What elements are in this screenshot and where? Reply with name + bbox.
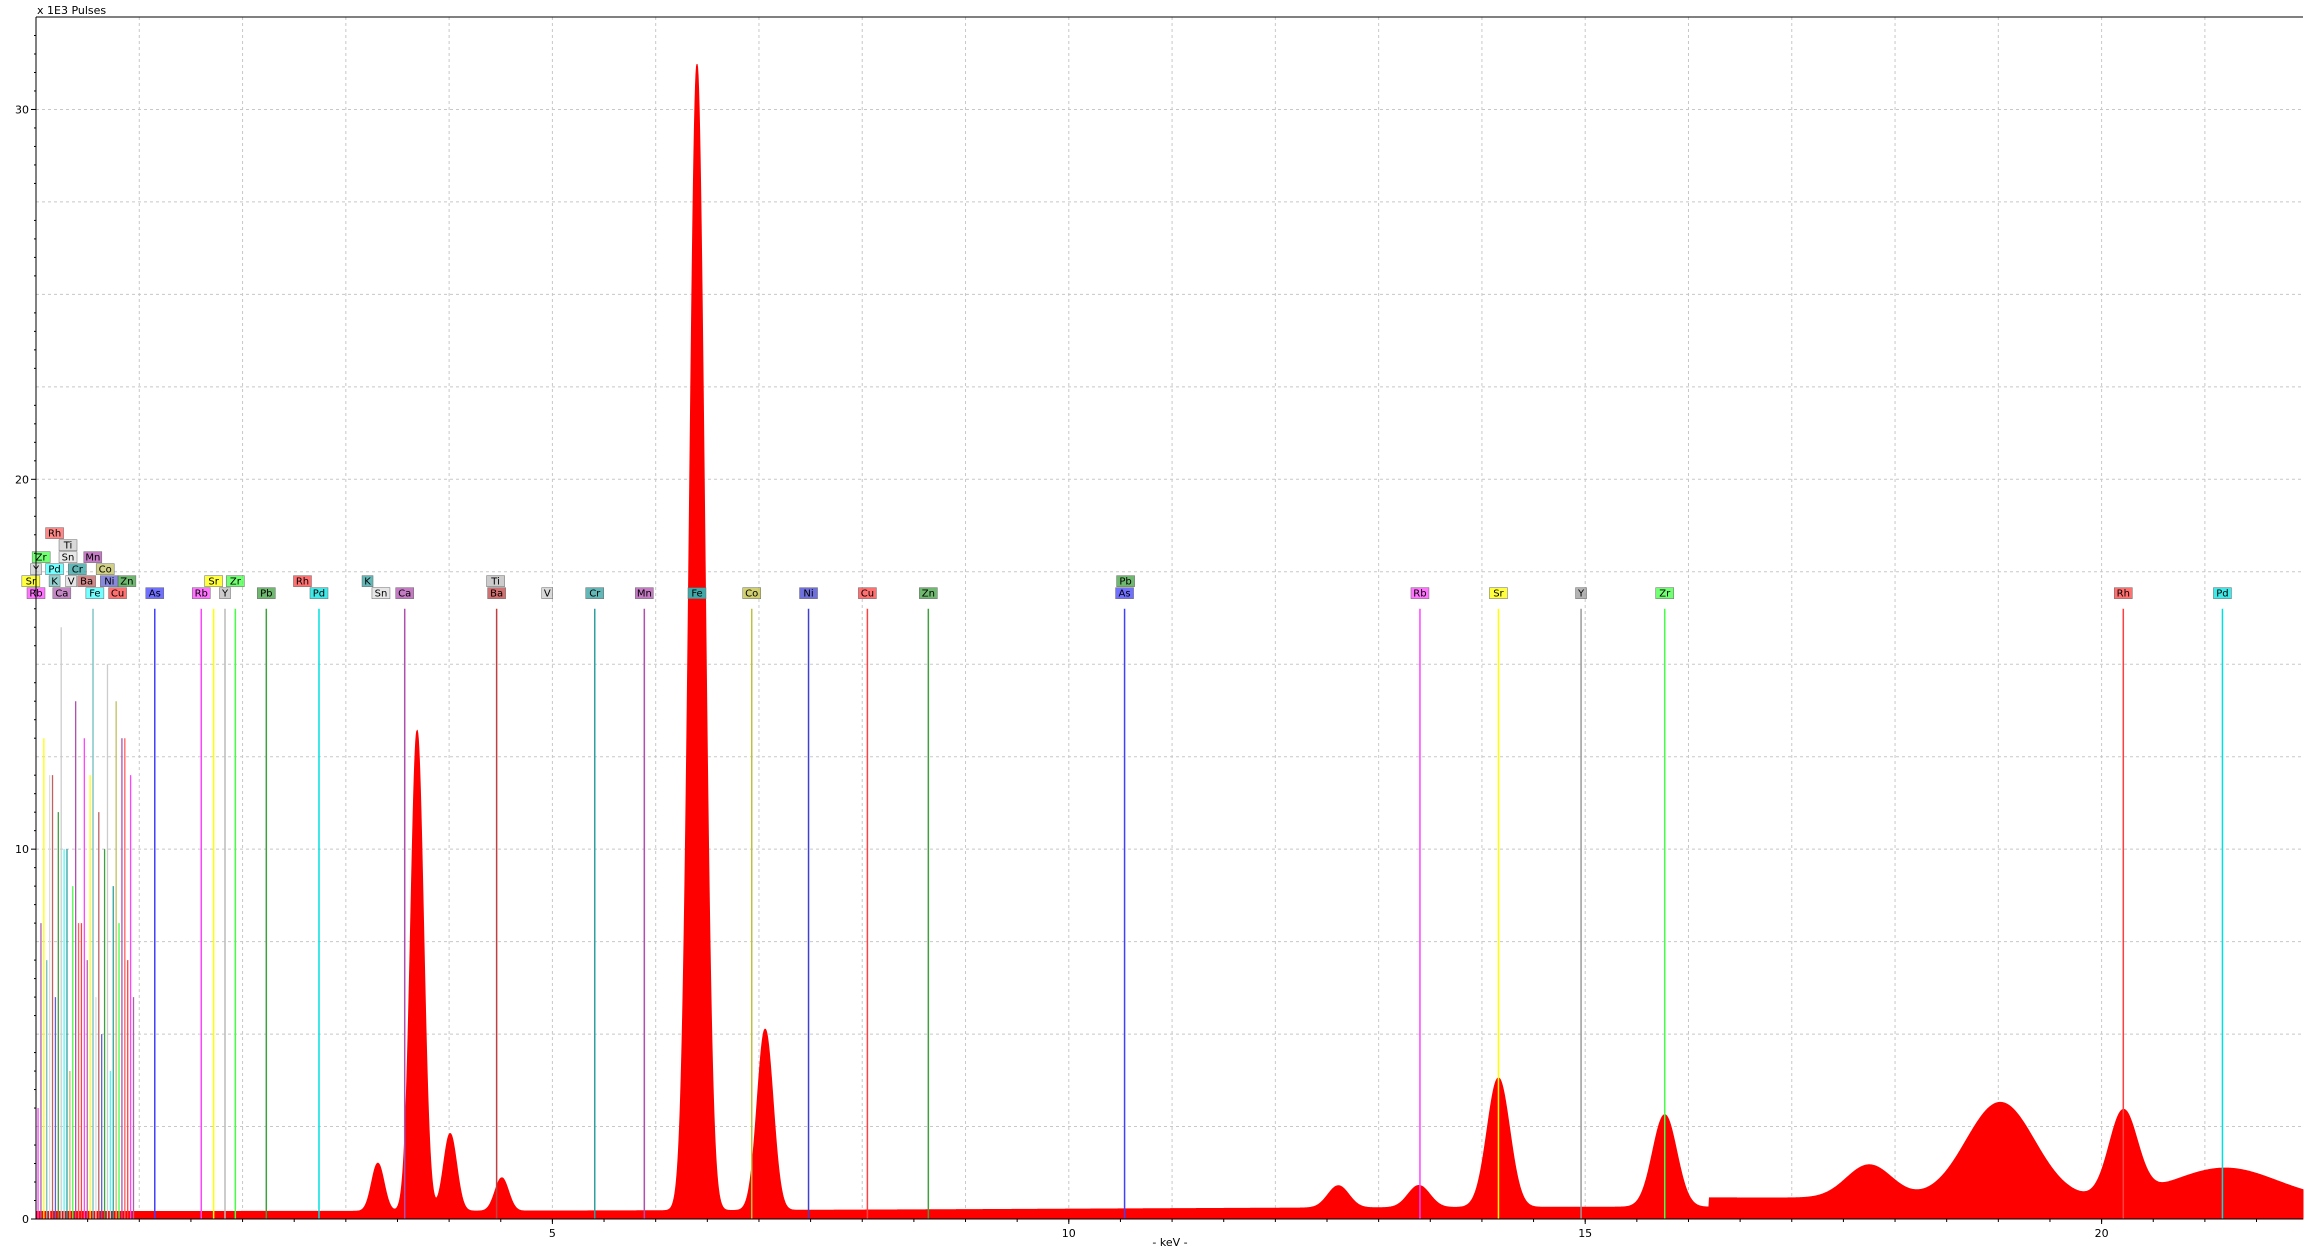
- element-label-rh: Rh: [48, 529, 61, 540]
- element-label-v: V: [544, 589, 551, 600]
- element-label-ti: Ti: [490, 577, 500, 588]
- x-tick-label: 10: [1062, 1227, 1076, 1240]
- element-label-ca: Ca: [55, 589, 68, 600]
- element-label-ba: Ba: [80, 577, 93, 588]
- element-label-v: V: [68, 577, 75, 588]
- element-label-cr: Cr: [589, 589, 601, 600]
- element-label-ca: Ca: [398, 589, 411, 600]
- element-label-pb: Pb: [260, 589, 272, 600]
- ticks: 0 10 20 30 5 10 15 20: [15, 34, 2258, 1240]
- element-label-pd: Pd: [48, 565, 60, 576]
- x-tick-label: 5: [549, 1227, 556, 1240]
- element-label-zr: Zr: [36, 553, 48, 564]
- element-label-mn: Mn: [85, 553, 100, 564]
- element-label-y: Y: [221, 589, 229, 600]
- element-label-y: Y: [1577, 589, 1585, 600]
- element-label-rh: Rh: [2117, 589, 2130, 600]
- axes: x 1E3 Pulses - keV -: [35, 4, 2303, 1248]
- x-tick-label: 15: [1578, 1227, 1592, 1240]
- element-label-zn: Zn: [120, 577, 133, 588]
- element-label-sr: Sr: [26, 577, 37, 588]
- element-label-as: As: [1119, 589, 1131, 600]
- element-labels: RbCaSrKVBaNiZnYPdCrCoZrSnMnTiRhFeCuAsRbS…: [21, 527, 2232, 600]
- element-label-zn: Zn: [922, 589, 935, 600]
- element-label-sr: Sr: [208, 577, 219, 588]
- element-label-sr: Sr: [1493, 589, 1504, 600]
- element-label-co: Co: [99, 565, 112, 576]
- grid: [36, 17, 2303, 1219]
- element-label-pb: Pb: [1119, 577, 1131, 588]
- element-label-cu: Cu: [111, 589, 124, 600]
- element-label-rb: Rb: [195, 589, 208, 600]
- spectrum-area: [35, 64, 2304, 1220]
- element-label-pd: Pd: [2216, 589, 2228, 600]
- element-label-fe: Fe: [691, 589, 702, 600]
- element-label-rb: Rb: [1413, 589, 1426, 600]
- element-label-ni: Ni: [803, 589, 813, 600]
- element-label-ti: Ti: [63, 541, 73, 552]
- element-label-sn: Sn: [62, 553, 75, 564]
- element-label-ni: Ni: [104, 577, 114, 588]
- x-tick-label: 20: [2095, 1227, 2109, 1240]
- y-tick-label: 30: [15, 103, 29, 116]
- element-label-cu: Cu: [861, 589, 874, 600]
- element-label-k: K: [364, 577, 371, 588]
- element-label-zr: Zr: [1659, 589, 1671, 600]
- element-label-pd: Pd: [313, 589, 325, 600]
- spectrum-series: [35, 64, 2304, 1220]
- element-label-fe: Fe: [89, 589, 100, 600]
- element-label-k: K: [51, 577, 58, 588]
- xrf-spectrum-chart: RbCaSrKVBaNiZnYPdCrCoZrSnMnTiRhFeCuAsRbS…: [15, 4, 2304, 1248]
- y-tick-label: 0: [22, 1213, 29, 1226]
- y-tick-label: 20: [15, 473, 29, 486]
- element-label-mn: Mn: [637, 589, 652, 600]
- element-label-cr: Cr: [72, 565, 84, 576]
- y-tick-label: 10: [15, 843, 29, 856]
- y-axis-title: x 1E3 Pulses: [37, 4, 106, 17]
- element-label-ba: Ba: [490, 589, 503, 600]
- element-label-rh: Rh: [296, 577, 309, 588]
- element-label-zr: Zr: [230, 577, 242, 588]
- x-axis-title: - keV -: [1152, 1236, 1187, 1248]
- element-label-as: As: [149, 589, 161, 600]
- element-label-co: Co: [745, 589, 758, 600]
- element-label-sn: Sn: [375, 589, 388, 600]
